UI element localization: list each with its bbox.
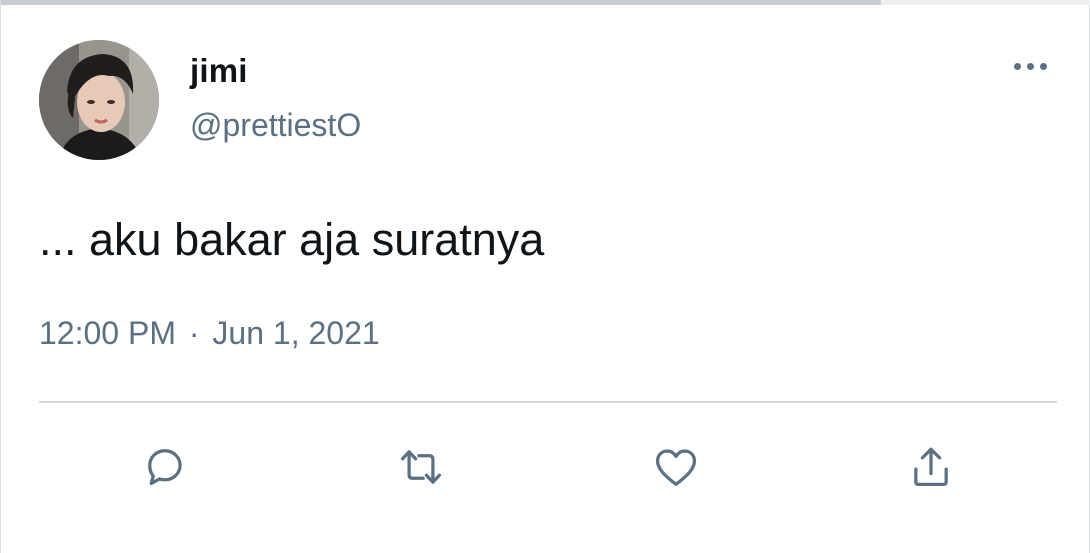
profile-photo	[39, 40, 159, 160]
tweet-timestamp[interactable]: 12:00 PM · Jun 1, 2021	[39, 315, 380, 352]
tweet-card: jimi @prettiestO ... aku bakar aja surat…	[0, 0, 1090, 553]
divider	[39, 401, 1057, 403]
upload-arrow-icon	[914, 447, 948, 486]
display-name[interactable]: jimi	[190, 52, 248, 90]
share-button[interactable]	[901, 437, 961, 497]
retweet-arrows-icon	[400, 450, 442, 484]
more-options-button[interactable]	[1005, 53, 1055, 79]
ellipsis-icon-dot	[1013, 62, 1021, 70]
ellipsis-icon-dot	[1026, 62, 1034, 70]
like-button[interactable]	[646, 437, 706, 497]
heart-icon	[655, 449, 697, 486]
reply-button[interactable]	[136, 437, 196, 497]
tweet-date: Jun 1, 2021	[212, 315, 380, 351]
meta-separator: ·	[188, 315, 200, 351]
top-edge-bar	[1, 0, 881, 5]
retweet-button[interactable]	[391, 437, 451, 497]
ellipsis-icon-dot	[1039, 62, 1047, 70]
tweet-time: 12:00 PM	[39, 315, 176, 351]
user-handle[interactable]: @prettiestO	[190, 107, 361, 144]
top-edge-bar-rest	[881, 0, 1090, 5]
speech-bubble-icon	[148, 449, 182, 486]
tweet-text: ... aku bakar aja suratnya	[39, 214, 545, 265]
avatar[interactable]	[39, 40, 159, 160]
